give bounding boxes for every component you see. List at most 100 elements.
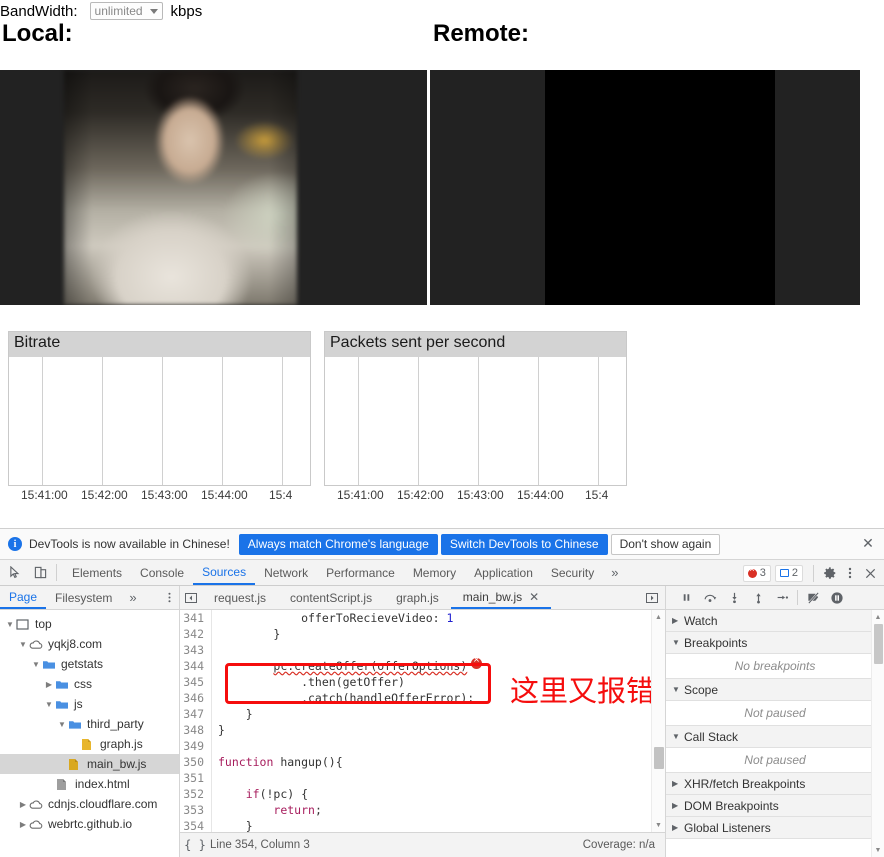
tab-sources[interactable]: Sources [193,560,256,585]
twisty-icon[interactable]: ▶ [17,800,29,809]
scroll-up-icon[interactable]: ▲ [652,610,665,624]
scroll-up-icon[interactable]: ▲ [872,610,884,624]
scrollbar-thumb[interactable] [874,624,883,664]
tree-item-top[interactable]: ▼ top [0,614,179,634]
twisty-icon[interactable]: ▶ [17,820,29,829]
local-video[interactable] [0,70,427,305]
device-toolbar-icon[interactable] [30,563,50,583]
axis-tick: 15:42:00 [397,488,444,502]
error-count-badge[interactable]: 3 [742,564,771,582]
frame-icon [16,617,31,631]
code-text: } [218,627,281,641]
tab-console[interactable]: Console [131,560,193,585]
navigator-options [159,588,179,608]
twisty-icon[interactable]: ▶ [43,680,55,689]
gear-icon[interactable] [820,563,840,583]
bandwidth-select[interactable]: unlimited [89,2,163,20]
tree-item-getstats[interactable]: ▼ getstats [0,654,179,674]
caret-icon[interactable]: ▼ [672,638,684,647]
tree-item-main-bw-js[interactable]: main_bw.js [0,754,179,774]
twisty-icon[interactable]: ▼ [4,620,16,629]
section-watch[interactable]: ▶ Watch [666,610,884,632]
more-options-icon[interactable] [840,563,860,583]
pretty-print-button[interactable]: { } [180,838,210,852]
nav-tab-page[interactable]: Page [0,586,47,609]
inspect-element-icon[interactable] [5,563,25,583]
editor-tab-main-bw-js[interactable]: main_bw.js ✕ [450,586,552,609]
pause-script-icon[interactable] [674,587,698,609]
pause-on-exceptions-icon[interactable] [825,587,849,609]
navigator-more-options-icon[interactable] [159,588,179,608]
twisty-icon[interactable]: ▼ [30,660,42,669]
more-tabs-icon[interactable]: » [603,565,626,580]
close-tab-icon[interactable]: ✕ [529,590,539,604]
tree-item-cdnjs[interactable]: ▶ cdnjs.cloudflare.com [0,794,179,814]
section-call-stack[interactable]: ▼ Call Stack [666,726,884,748]
caret-icon[interactable]: ▶ [672,801,684,810]
tree-item-graph-js[interactable]: graph.js [0,734,179,754]
step-icon[interactable] [770,587,794,609]
line-number: 350 [180,754,212,770]
axis-tick: 15:41:00 [337,488,384,502]
code-text: .catch(handleOfferError); [218,691,475,705]
close-devtools-icon[interactable] [860,563,880,583]
twisty-icon[interactable]: ▼ [17,640,29,649]
code-text: } [218,819,253,832]
scroll-tabs-right-icon[interactable] [641,586,663,610]
step-into-icon[interactable] [722,587,746,609]
step-over-icon[interactable] [698,587,722,609]
tree-item-label: getstats [61,657,104,671]
twisty-icon[interactable]: ▼ [43,700,55,709]
section-scope[interactable]: ▼ Scope [666,679,884,701]
message-count-badge[interactable]: 2 [774,564,803,582]
editor-tab-contentscript-js[interactable]: contentScript.js [278,586,384,609]
editor-tab-request-js[interactable]: request.js [202,586,278,609]
tree-item-yqkj8[interactable]: ▼ yqkj8.com [0,634,179,654]
axis-tick: 15:44:00 [517,488,564,502]
navigator-more-tabs-icon[interactable]: » [121,590,144,605]
bandwidth-select-wrapper[interactable]: unlimited [84,2,163,20]
tree-item-js[interactable]: ▼ js [0,694,179,714]
close-icon[interactable]: ✕ [861,536,875,551]
code-editor[interactable]: 341 offerToRecieveVideo: 1 342 } 343 344… [180,610,665,832]
step-out-icon[interactable] [746,587,770,609]
caret-icon[interactable]: ▶ [672,616,684,625]
editor-tab-graph-js[interactable]: graph.js [384,586,451,609]
tree-item-webrtc-github[interactable]: ▶ webrtc.github.io [0,814,179,834]
tree-item-index-html[interactable]: index.html [0,774,179,794]
line-number: 353 [180,802,212,818]
tab-elements[interactable]: Elements [63,560,131,585]
tab-security[interactable]: Security [542,560,603,585]
scrollbar-thumb[interactable] [654,747,664,769]
remote-video[interactable] [430,70,860,305]
code-vertical-scrollbar[interactable]: ▲ ▼ [651,610,665,832]
scroll-down-icon[interactable]: ▼ [872,843,884,857]
code-line: 342 } [180,626,665,642]
section-xhr-fetch-breakpoints[interactable]: ▶ XHR/fetch Breakpoints [666,773,884,795]
section-breakpoints[interactable]: ▼ Breakpoints [666,632,884,654]
tab-memory[interactable]: Memory [404,560,465,585]
tab-network[interactable]: Network [255,560,317,585]
tab-application[interactable]: Application [465,560,542,585]
deactivate-breakpoints-icon[interactable] [801,587,825,609]
dont-show-again-button[interactable]: Don't show again [610,533,721,555]
switch-devtools-language-button[interactable]: Switch DevTools to Chinese [440,533,608,555]
nav-tab-filesystem[interactable]: Filesystem [46,586,121,609]
scroll-tabs-left-icon[interactable] [180,586,202,610]
twisty-icon[interactable]: ▼ [56,720,68,729]
debugger-scrollbar[interactable]: ▲ ▼ [871,610,884,857]
caret-icon[interactable]: ▶ [672,779,684,788]
section-dom-breakpoints[interactable]: ▶ DOM Breakpoints [666,795,884,817]
infobar-text: DevTools is now available in Chinese! [29,537,230,551]
tab-performance[interactable]: Performance [317,560,404,585]
always-match-language-button[interactable]: Always match Chrome's language [238,533,438,555]
tree-item-third-party[interactable]: ▼ third_party [0,714,179,734]
caret-icon[interactable]: ▶ [672,823,684,832]
tree-item-css[interactable]: ▶ css [0,674,179,694]
debugger-toolbar [666,586,884,610]
section-global-listeners[interactable]: ▶ Global Listeners [666,817,884,839]
inline-error-icon[interactable] [471,655,483,669]
caret-icon[interactable]: ▼ [672,732,684,741]
scroll-down-icon[interactable]: ▼ [652,818,665,832]
caret-icon[interactable]: ▼ [672,685,684,694]
